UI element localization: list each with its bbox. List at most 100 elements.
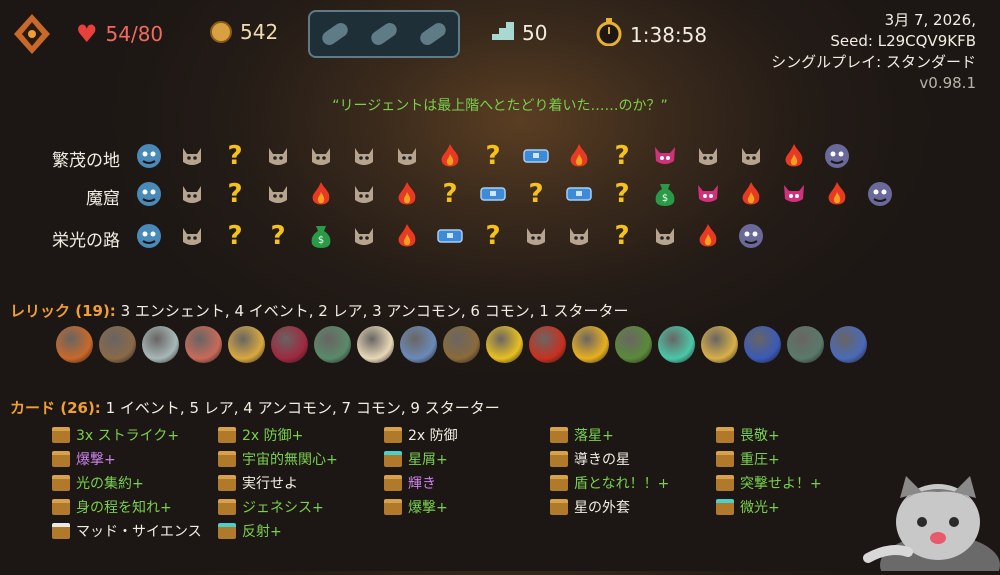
card-entry[interactable]: 2x 防御+ bbox=[218, 424, 384, 446]
card-entry[interactable]: 爆撃+ bbox=[52, 448, 218, 470]
card-entry[interactable]: 実行せよ bbox=[218, 472, 384, 494]
unknown-event-icon[interactable]: ? bbox=[603, 140, 641, 172]
boss-icon[interactable] bbox=[818, 140, 856, 172]
boss-icon[interactable] bbox=[861, 178, 899, 210]
unknown-event-icon[interactable]: ? bbox=[603, 178, 641, 210]
card-entry[interactable]: 星の外套 bbox=[550, 496, 716, 518]
monster-icon[interactable] bbox=[345, 178, 383, 210]
unknown-event-icon[interactable]: ? bbox=[216, 220, 254, 252]
unknown-event-icon[interactable]: ? bbox=[259, 220, 297, 252]
potion-icon[interactable] bbox=[271, 326, 308, 363]
log-icon[interactable] bbox=[443, 326, 480, 363]
fern-icon[interactable] bbox=[615, 326, 652, 363]
treasure-icon[interactable] bbox=[560, 178, 598, 210]
monster-icon[interactable] bbox=[173, 220, 211, 252]
ancient-icon[interactable] bbox=[130, 220, 168, 252]
card-entry[interactable]: 重圧+ bbox=[716, 448, 882, 470]
meat-icon[interactable] bbox=[185, 326, 222, 363]
unknown-event-icon[interactable]: ? bbox=[216, 178, 254, 210]
shop-icon[interactable]: $ bbox=[302, 220, 340, 252]
monster-icon[interactable] bbox=[345, 140, 383, 172]
can-icon[interactable] bbox=[400, 326, 437, 363]
card-entry[interactable]: 微光+ bbox=[716, 496, 882, 518]
cake-icon[interactable] bbox=[357, 326, 394, 363]
rest-site-icon[interactable] bbox=[560, 140, 598, 172]
elite-icon[interactable] bbox=[689, 178, 727, 210]
elite-icon[interactable] bbox=[646, 140, 684, 172]
unknown-event-icon[interactable]: ? bbox=[603, 220, 641, 252]
card-entry[interactable]: 宇宙的無関心+ bbox=[218, 448, 384, 470]
treasure-icon[interactable] bbox=[474, 178, 512, 210]
potion-slot-2[interactable] bbox=[368, 20, 400, 48]
elite-icon[interactable] bbox=[775, 178, 813, 210]
ancient-icon[interactable] bbox=[130, 178, 168, 210]
card-name: 畏敬+ bbox=[740, 428, 780, 444]
card-entry[interactable]: 落星+ bbox=[550, 424, 716, 446]
ancient-icon[interactable] bbox=[130, 140, 168, 172]
card-entry[interactable]: 3x ストライク+ bbox=[52, 424, 218, 446]
anvil-icon[interactable] bbox=[830, 326, 867, 363]
mushroom-icon[interactable] bbox=[701, 326, 738, 363]
card-entry[interactable]: 爆撃+ bbox=[384, 496, 550, 518]
act-path-row: ?? $?? bbox=[130, 220, 770, 252]
monster-icon[interactable] bbox=[560, 220, 598, 252]
card-entry[interactable]: 輝き bbox=[384, 472, 550, 494]
potion-slot-3[interactable] bbox=[417, 20, 449, 48]
card-entry[interactable]: 身の程を知れ+ bbox=[52, 496, 218, 518]
monster-icon[interactable] bbox=[646, 220, 684, 252]
monster-icon[interactable] bbox=[259, 140, 297, 172]
rest-site-icon[interactable] bbox=[302, 178, 340, 210]
card-entry[interactable]: 星屑+ bbox=[384, 448, 550, 470]
monster-icon[interactable] bbox=[689, 140, 727, 172]
card-entry[interactable]: 反射+ bbox=[218, 520, 384, 542]
unknown-event-icon[interactable]: ? bbox=[517, 178, 555, 210]
monster-icon[interactable] bbox=[732, 140, 770, 172]
rest-site-icon[interactable] bbox=[388, 178, 426, 210]
card-icon bbox=[716, 451, 734, 467]
card-entry[interactable]: 導きの星 bbox=[550, 448, 716, 470]
monster-icon[interactable] bbox=[259, 178, 297, 210]
unknown-event-icon[interactable]: ? bbox=[216, 140, 254, 172]
unknown-event-icon[interactable]: ? bbox=[431, 178, 469, 210]
card-entry[interactable]: 突撃せよ！+ bbox=[716, 472, 882, 494]
unknown-event-icon[interactable]: ? bbox=[474, 220, 512, 252]
card-name: ジェネシス+ bbox=[242, 500, 324, 516]
monster-icon[interactable] bbox=[345, 220, 383, 252]
monster-icon[interactable] bbox=[388, 140, 426, 172]
treasure-icon[interactable] bbox=[517, 140, 555, 172]
rest-site-icon[interactable] bbox=[775, 140, 813, 172]
compass-icon[interactable] bbox=[228, 326, 265, 363]
run-seed: Seed: L29CQV9KFB bbox=[830, 32, 976, 50]
kettle-icon[interactable] bbox=[787, 326, 824, 363]
shop-icon[interactable]: $ bbox=[646, 178, 684, 210]
treasure-icon[interactable] bbox=[431, 220, 469, 252]
feather-icon[interactable] bbox=[744, 326, 781, 363]
card-entry[interactable]: 盾となれ！！+ bbox=[550, 472, 716, 494]
potion-slot-1[interactable] bbox=[319, 20, 351, 48]
stone-icon[interactable] bbox=[142, 326, 179, 363]
teapot-icon[interactable] bbox=[314, 326, 351, 363]
rest-site-icon[interactable] bbox=[689, 220, 727, 252]
bracket-icon[interactable] bbox=[658, 326, 695, 363]
monster-icon[interactable] bbox=[173, 178, 211, 210]
card-entry[interactable]: 畏敬+ bbox=[716, 424, 882, 446]
rest-site-icon[interactable] bbox=[818, 178, 856, 210]
rest-site-icon[interactable] bbox=[732, 178, 770, 210]
ember-icon[interactable] bbox=[56, 326, 93, 363]
rest-site-icon[interactable] bbox=[431, 140, 469, 172]
scroll-icon[interactable] bbox=[99, 326, 136, 363]
card-entry[interactable]: マッド・サイエンス bbox=[52, 520, 218, 542]
flask-icon[interactable] bbox=[529, 326, 566, 363]
rest-site-icon[interactable] bbox=[388, 220, 426, 252]
card-entry[interactable]: 2x 防御 bbox=[384, 424, 550, 446]
card-icon bbox=[218, 523, 236, 539]
card-entry[interactable]: ジェネシス+ bbox=[218, 496, 384, 518]
coin-icon[interactable] bbox=[572, 326, 609, 363]
banana-icon[interactable] bbox=[486, 326, 523, 363]
card-entry[interactable]: 光の集約+ bbox=[52, 472, 218, 494]
unknown-event-icon[interactable]: ? bbox=[474, 140, 512, 172]
monster-icon[interactable] bbox=[302, 140, 340, 172]
monster-icon[interactable] bbox=[173, 140, 211, 172]
boss-icon[interactable] bbox=[732, 220, 770, 252]
monster-icon[interactable] bbox=[517, 220, 555, 252]
